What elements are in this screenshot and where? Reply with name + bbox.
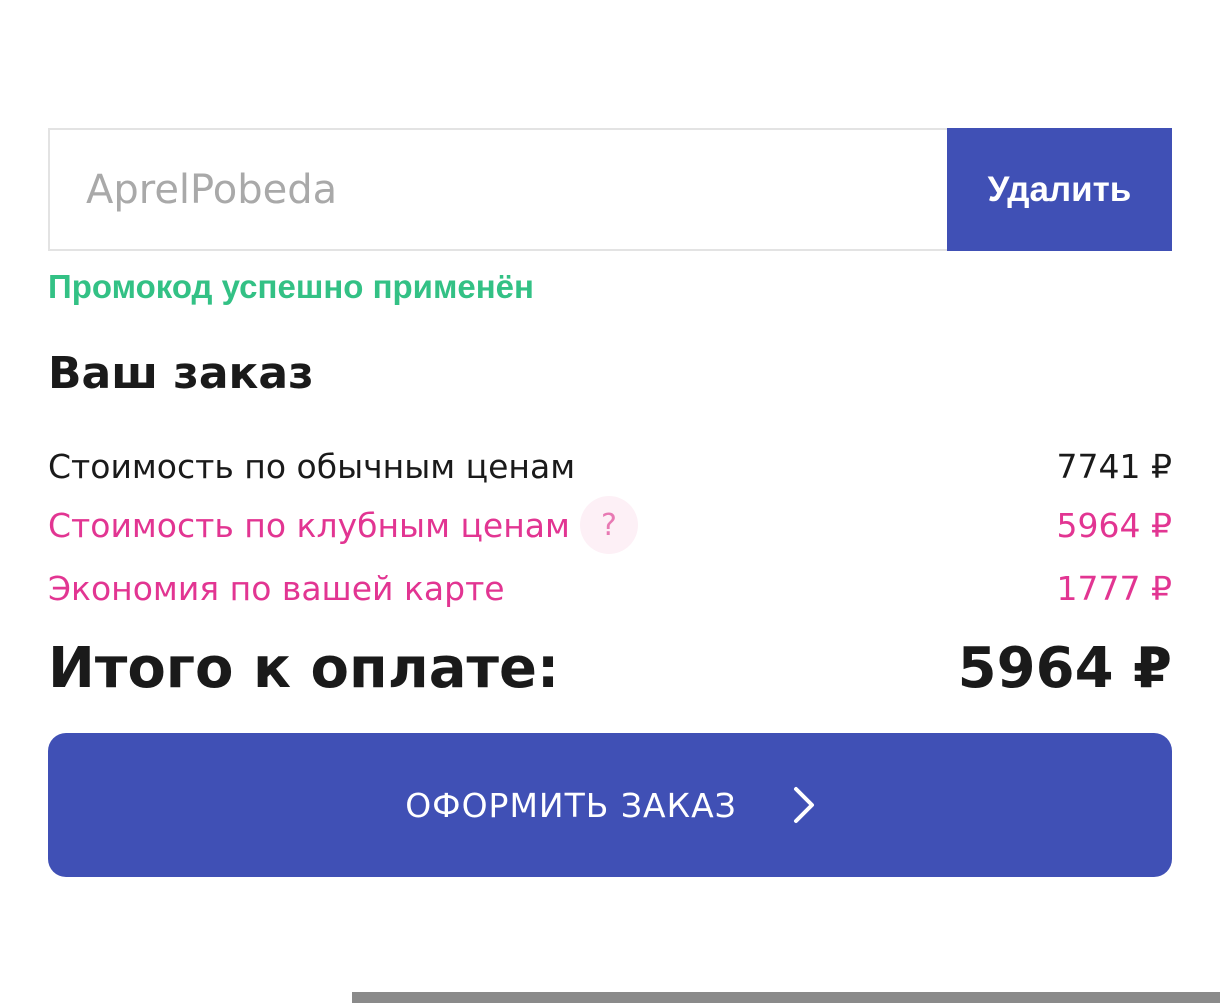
savings-row: Экономия по вашей карте 1777 ₽	[48, 562, 1172, 614]
club-price-label-group: Стоимость по клубным ценам ?	[48, 496, 638, 554]
savings-label: Экономия по вашей карте	[48, 568, 505, 608]
checkout-summary-page: Удалить Промокод успешно применён Ваш за…	[0, 0, 1220, 1003]
regular-price-row: Стоимость по обычным ценам 7741 ₽	[48, 440, 1172, 492]
promo-success-message: Промокод успешно применён	[48, 268, 534, 305]
savings-value: 1777 ₽	[1056, 568, 1172, 608]
chevron-right-icon	[793, 787, 814, 823]
checkout-button[interactable]: ОФОРМИТЬ ЗАКАЗ	[48, 733, 1172, 877]
checkout-button-label: ОФОРМИТЬ ЗАКАЗ	[405, 785, 737, 825]
regular-price-label: Стоимость по обычным ценам	[48, 446, 576, 486]
promo-code-row: Удалить	[48, 128, 1172, 251]
question-help-icon[interactable]: ?	[579, 496, 638, 554]
club-price-row: Стоимость по клубным ценам ? 5964 ₽	[48, 496, 1172, 554]
bottom-scroll-bar	[352, 992, 1220, 1003]
total-label: Итого к оплате:	[48, 635, 560, 701]
regular-price-value: 7741 ₽	[1056, 446, 1172, 486]
promo-code-input[interactable]	[48, 128, 947, 251]
total-value: 5964 ₽	[957, 635, 1172, 701]
total-row: Итого к оплате: 5964 ₽	[48, 630, 1172, 706]
club-price-value: 5964 ₽	[1056, 505, 1172, 545]
delete-promo-button[interactable]: Удалить	[947, 128, 1172, 251]
club-price-label: Стоимость по клубным ценам	[48, 505, 570, 545]
order-title: Ваш заказ	[48, 348, 314, 399]
